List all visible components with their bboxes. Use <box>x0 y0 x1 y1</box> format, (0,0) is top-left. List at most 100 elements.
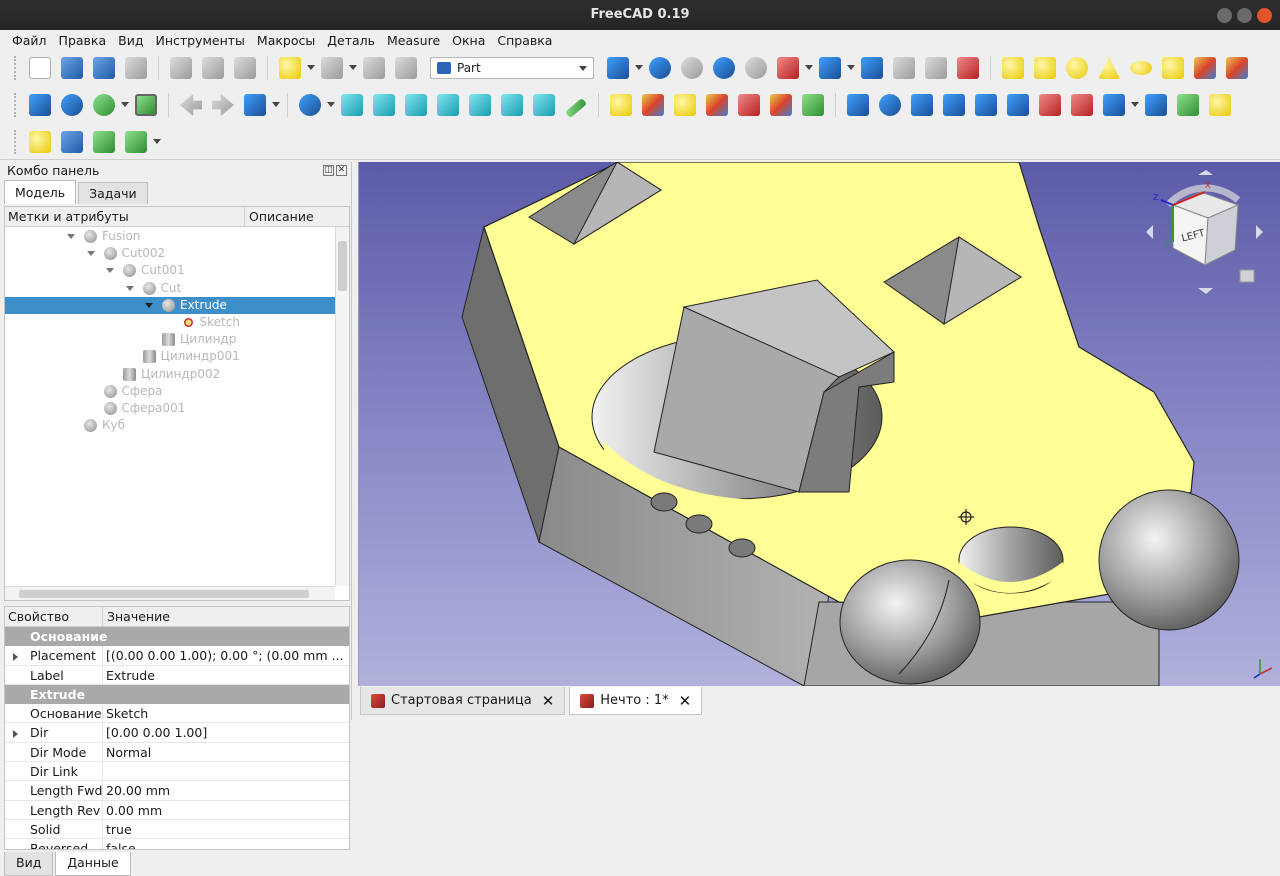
expand-arrow-icon[interactable] <box>13 653 18 662</box>
part-chamfer-icon[interactable] <box>738 94 760 116</box>
part-ruled-surface-icon[interactable] <box>802 94 824 116</box>
part-thickness-icon[interactable] <box>1007 94 1029 116</box>
navigation-cube[interactable]: LEFT X Y Z <box>1143 170 1268 300</box>
property-header-key[interactable]: Свойство <box>5 607 103 626</box>
part-torus-icon[interactable] <box>1130 61 1152 75</box>
part-fillet-icon[interactable] <box>706 94 728 116</box>
part-sweep-icon[interactable] <box>879 94 901 116</box>
tree-item[interactable]: Цилиндр001 <box>5 348 335 365</box>
view-front-icon[interactable] <box>373 94 395 116</box>
property-value[interactable]: 20.00 mm <box>103 781 349 799</box>
part-shapebuilder-icon[interactable] <box>1226 57 1248 79</box>
tree-item[interactable]: Extrude <box>5 296 335 314</box>
part-dropdown-icon[interactable] <box>635 65 643 71</box>
part-projection-icon[interactable] <box>1039 94 1061 116</box>
part-cone-icon[interactable] <box>1098 57 1120 79</box>
property-row[interactable]: Solid true <box>5 819 349 840</box>
part-split-dropdown-icon[interactable] <box>1131 102 1139 108</box>
property-row[interactable]: Length Fwd 20.00 mm <box>5 781 349 801</box>
3d-model-render[interactable] <box>359 162 1280 686</box>
tree-item[interactable]: Сфера001 <box>5 400 335 417</box>
close-panel-icon[interactable]: ✕ <box>336 165 347 176</box>
part-compound-icon[interactable] <box>1145 94 1167 116</box>
tree-horizontal-scrollbar[interactable] <box>5 586 335 600</box>
property-row[interactable]: Dir Link <box>5 762 349 782</box>
part-split-icon[interactable] <box>1103 94 1125 116</box>
new-document-icon[interactable] <box>29 57 51 79</box>
part-cross-sections-icon[interactable] <box>943 94 965 116</box>
redo-icon[interactable] <box>321 57 343 79</box>
tree-item[interactable]: Куб <box>5 417 335 434</box>
property-value[interactable]: true <box>103 820 349 838</box>
measure-distance-icon[interactable] <box>777 57 799 79</box>
menu-windows[interactable]: Окна <box>446 33 491 48</box>
part-extrude-icon[interactable] <box>610 94 632 116</box>
expand-arrow-icon[interactable] <box>106 268 114 274</box>
property-row[interactable]: Reversed false <box>5 839 349 849</box>
property-row[interactable]: Label Extrude <box>5 665 349 685</box>
property-value[interactable]: Normal <box>103 743 349 761</box>
views-dropdown-icon[interactable] <box>272 102 280 108</box>
part-cylinder-icon[interactable] <box>1034 57 1056 79</box>
selection-view-icon[interactable] <box>135 94 157 116</box>
part-box-icon[interactable] <box>1002 57 1024 79</box>
refresh-icon[interactable] <box>363 57 385 79</box>
tree-vertical-scrollbar[interactable] <box>335 227 349 586</box>
cut-icon[interactable] <box>170 57 192 79</box>
link-replace-icon[interactable] <box>893 57 915 79</box>
copy-icon[interactable] <box>202 57 224 79</box>
draw-style-dropdown-icon[interactable] <box>121 102 129 108</box>
maximize-button[interactable] <box>1237 8 1252 23</box>
view-rear-icon[interactable] <box>469 94 491 116</box>
tree-item[interactable]: Sketch <box>5 314 335 331</box>
property-group[interactable]: Основание <box>5 627 349 647</box>
tab-data[interactable]: Данные <box>55 852 131 876</box>
measure-ruler-icon[interactable] <box>565 97 587 119</box>
tree-header-description[interactable]: Описание <box>245 207 349 226</box>
tree-item[interactable]: Cut <box>5 280 335 297</box>
expand-arrow-icon[interactable] <box>125 285 134 291</box>
tree-header-labels[interactable]: Метки и атрибуты <box>5 207 245 226</box>
menu-measure[interactable]: Measure <box>381 33 446 48</box>
part-section-icon[interactable] <box>911 94 933 116</box>
std-group-icon[interactable] <box>861 57 883 79</box>
menu-edit[interactable]: Правка <box>53 33 113 48</box>
part-boolean-icon[interactable] <box>1071 94 1093 116</box>
macro-execute-icon[interactable] <box>93 130 115 153</box>
expand-arrow-icon[interactable] <box>145 302 153 308</box>
link-actions-icon[interactable] <box>819 57 841 79</box>
menu-help[interactable]: Справка <box>491 33 558 48</box>
menu-part[interactable]: Деталь <box>321 33 381 48</box>
link-select-icon[interactable] <box>957 57 979 79</box>
property-row[interactable]: Placement [(0.00 0.00 1.00); 0.00 °; (0.0… <box>5 646 349 666</box>
menu-view[interactable]: Вид <box>112 33 149 48</box>
part-make-face-icon[interactable] <box>770 94 792 116</box>
property-row[interactable]: Основание Sketch <box>5 704 349 724</box>
minimize-button[interactable] <box>1217 8 1232 23</box>
macro-record-icon[interactable] <box>29 130 51 153</box>
save-icon[interactable] <box>93 57 115 79</box>
link-actions-dropdown-icon[interactable] <box>847 65 855 71</box>
open-folder-icon[interactable] <box>61 57 83 79</box>
property-group[interactable]: Extrude <box>5 684 349 705</box>
tab-model[interactable]: Модель <box>4 180 77 204</box>
part-sphere-icon[interactable] <box>1066 57 1088 79</box>
property-value[interactable] <box>103 762 349 780</box>
part-offset-icon[interactable] <box>975 94 997 116</box>
tree-item[interactable]: Cut001 <box>5 262 335 279</box>
link-sub-icon[interactable] <box>681 57 703 79</box>
back-arrow-icon[interactable] <box>180 94 202 116</box>
part-loft-icon[interactable] <box>847 94 869 116</box>
toolbar-grip[interactable] <box>14 129 18 154</box>
view-isometric-icon[interactable] <box>341 94 363 116</box>
part-primitives-icon[interactable] <box>1194 57 1216 79</box>
tree-item[interactable]: Fusion <box>5 228 335 245</box>
workbench-selector[interactable]: Part <box>430 57 594 79</box>
fit-selection-icon[interactable] <box>61 94 83 116</box>
measure-dropdown-icon[interactable] <box>805 65 813 71</box>
menu-tools[interactable]: Инструменты <box>149 33 250 48</box>
view-bottom-icon[interactable] <box>501 94 523 116</box>
close-tab-icon[interactable]: ✕ <box>679 687 692 715</box>
property-value[interactable]: false <box>103 839 349 849</box>
expand-arrow-icon[interactable] <box>86 251 95 257</box>
